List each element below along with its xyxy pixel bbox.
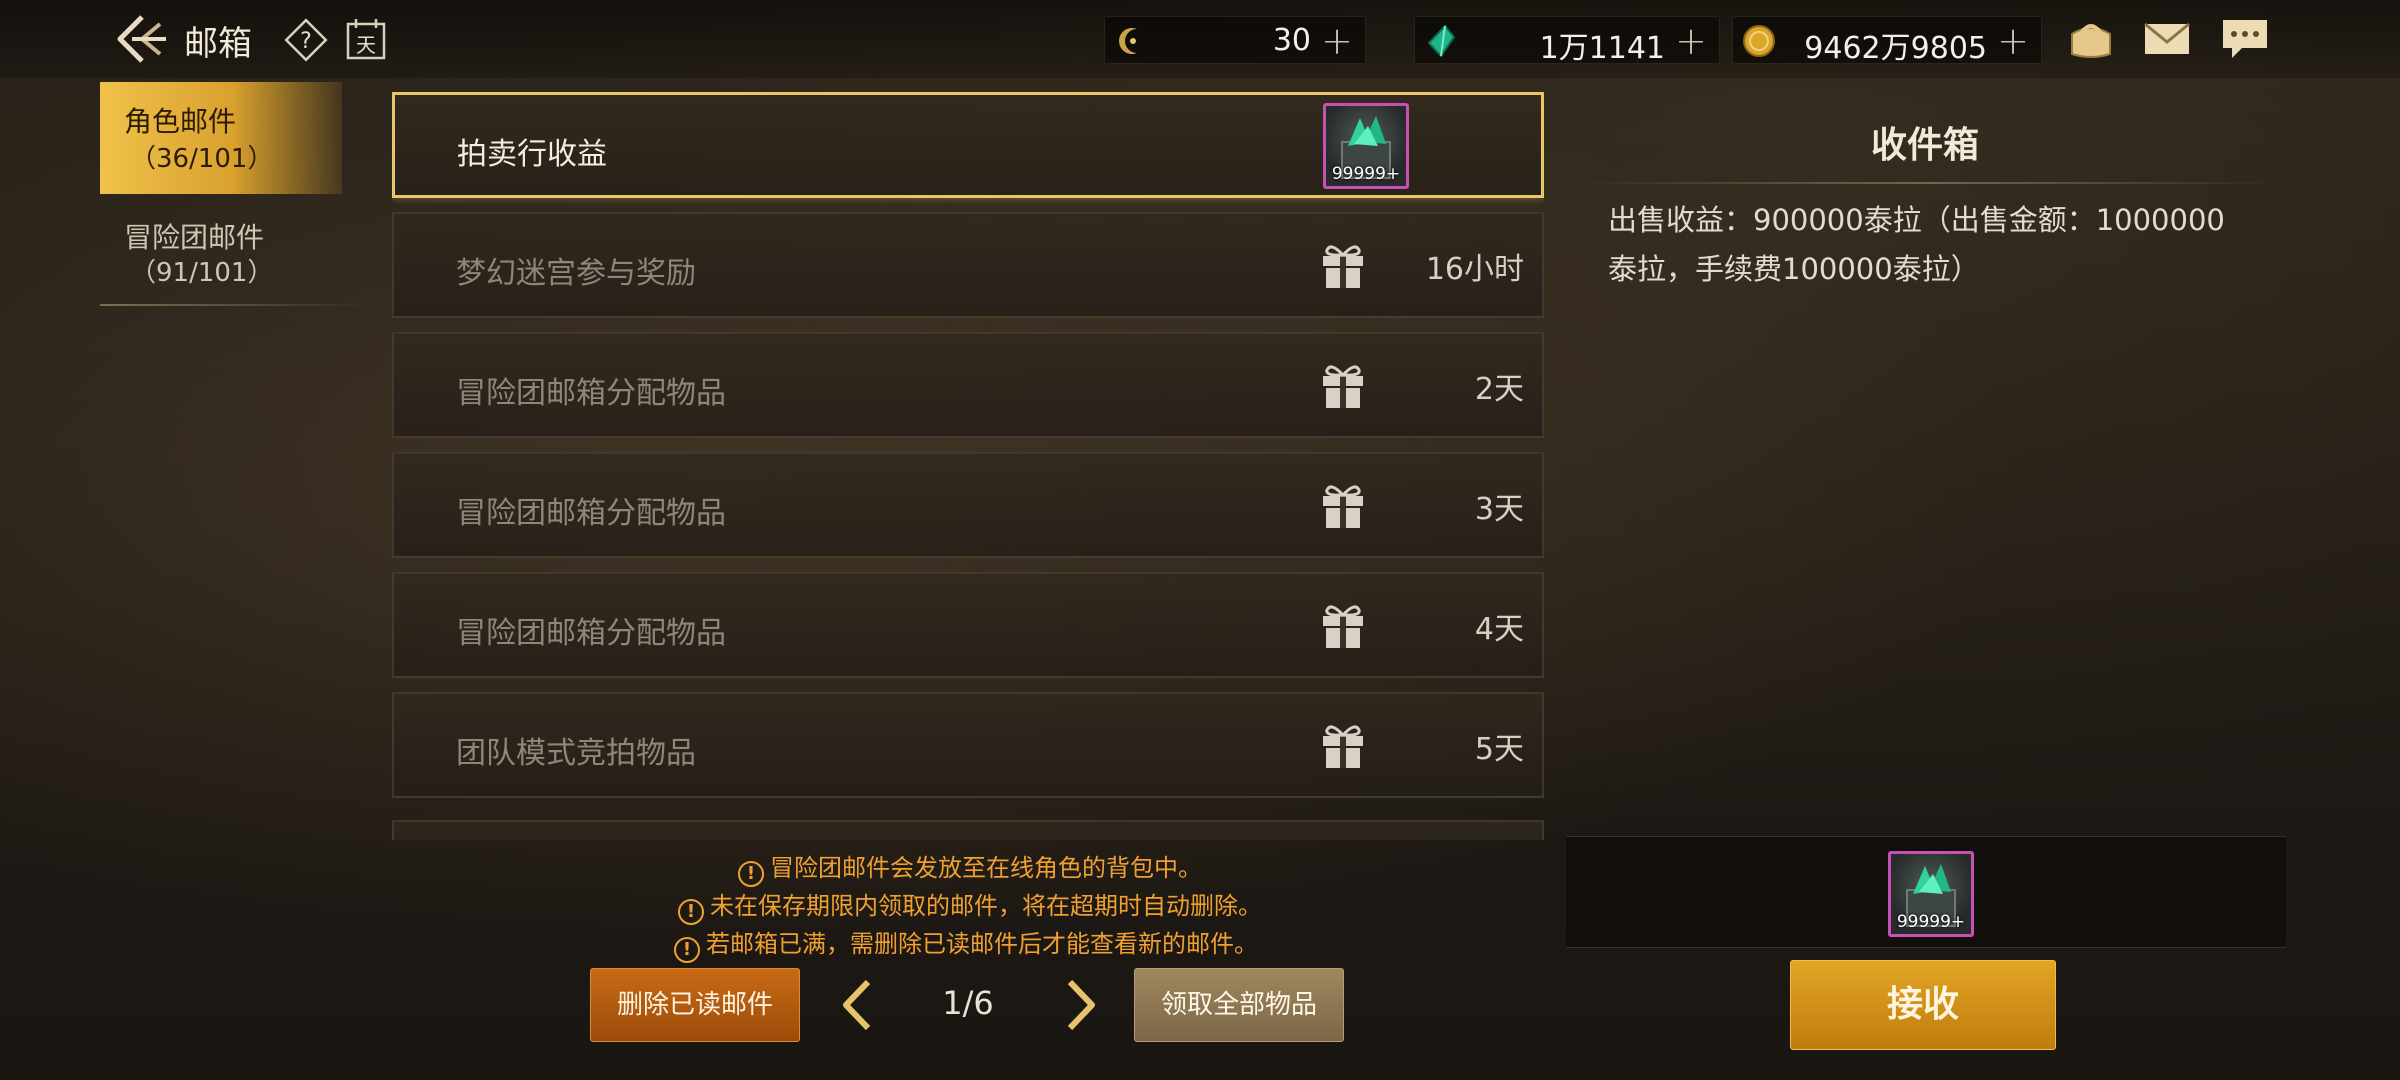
warning-icon: ! — [678, 899, 704, 925]
currency-value: 9462万9805 — [1804, 31, 1987, 66]
mail-title: 拍卖行收益 — [457, 137, 607, 172]
prev-page-icon[interactable] — [838, 976, 878, 1034]
gift-icon — [1319, 720, 1367, 770]
currency-value: 30 — [1272, 23, 1311, 58]
mail-expiry: 16小时 — [1425, 252, 1524, 287]
attachment-strip: 99999+ — [1566, 836, 2286, 948]
warning-icon: ! — [674, 937, 700, 963]
attachment-count: 99999+ — [1896, 912, 1966, 932]
mail-expiry: 4天 — [1474, 612, 1524, 647]
claim-all-button[interactable]: 领取全部物品 — [1134, 968, 1344, 1042]
attachment-count: 99999+ — [1331, 164, 1401, 184]
mail-expiry: 3天 — [1474, 492, 1524, 527]
warning-icon: ! — [738, 861, 764, 887]
mail-title: 团队模式竞拍物品 — [456, 736, 696, 771]
mail-title: 冒险团邮箱分配物品 — [456, 616, 726, 651]
mail-title: 冒险团邮箱分配物品 — [456, 496, 726, 531]
mail-title: 梦幻迷宫参与奖励 — [456, 256, 696, 291]
notice-line: ! 冒险团邮件会发放至在线角色的背包中。 — [738, 848, 1202, 887]
tab-divider — [100, 304, 370, 306]
back-arrow-icon[interactable] — [112, 12, 170, 66]
attachment-item-icon[interactable]: 99999+ — [1888, 851, 1974, 937]
mail-expiry: 5天 — [1474, 732, 1524, 767]
mail-item[interactable]: 冒险团邮箱分配物品 2天 — [392, 332, 1544, 438]
page-title: 邮箱 — [184, 24, 252, 64]
chat-icon[interactable] — [2218, 14, 2272, 64]
mail-body-text: 出售收益：900000泰拉（出售金额：1000000泰拉，手续费100000泰拉… — [1608, 203, 2225, 286]
crescent-coin-icon — [1113, 23, 1149, 59]
mail-item[interactable]: 梦幻迷宫参与奖励 16小时 — [392, 212, 1544, 318]
help-icon[interactable]: ? — [284, 18, 328, 62]
tab-count: （91/101） — [130, 258, 274, 288]
add-currency-button[interactable]: + — [1321, 19, 1353, 63]
mail-item[interactable]: 冒险团邮箱分配物品 4天 — [392, 572, 1544, 678]
gold-coin-icon — [1741, 23, 1777, 59]
wallet-icon[interactable] — [2064, 14, 2118, 64]
tab-adventure-team-mail[interactable]: 冒险团邮件 （91/101） — [100, 200, 342, 310]
calendar-icon[interactable]: 天 — [344, 16, 388, 62]
mail-list[interactable]: 拍卖行收益 99999+ 梦幻迷宫参与奖励 16小时 冒险团邮箱分配物品 2天 … — [392, 92, 1544, 840]
next-page-icon[interactable] — [1060, 976, 1100, 1034]
add-currency-button[interactable]: + — [1675, 19, 1707, 63]
help-glyph: ? — [300, 29, 312, 54]
currency-crescent: 30 + — [1104, 16, 1366, 64]
mail-item[interactable]: 冒险团邮箱分配物品 3天 — [392, 452, 1544, 558]
receive-button[interactable]: 接收 — [1790, 960, 2056, 1050]
attachment-item-icon[interactable]: 99999+ — [1323, 103, 1409, 189]
tab-label: 冒险团邮件 — [124, 221, 265, 254]
page-indicator: 1/6 — [942, 984, 994, 1022]
mail-item-partial[interactable] — [392, 820, 1544, 840]
notice-text: 若邮箱已满，需删除已读邮件后才能查看新的邮件。 — [706, 930, 1258, 958]
tab-character-mail[interactable]: 角色邮件 （36/101） — [100, 82, 342, 194]
currency-gold: 9462万9805 + — [1732, 16, 2042, 66]
mail-item[interactable]: 团队模式竞拍物品 5天 — [392, 692, 1544, 798]
delete-read-button[interactable]: 删除已读邮件 — [590, 968, 800, 1042]
gift-icon — [1319, 480, 1367, 530]
mail-item[interactable]: 拍卖行收益 99999+ — [392, 92, 1544, 198]
notice-text: 未在保存期限内领取的邮件，将在超期时自动删除。 — [710, 892, 1262, 920]
calendar-glyph: 天 — [356, 33, 376, 57]
tab-label: 角色邮件 — [124, 105, 237, 138]
mail-title: 冒险团邮箱分配物品 — [456, 376, 726, 411]
detail-divider — [1580, 182, 2280, 184]
green-crystal-icon — [1423, 23, 1459, 59]
currency-crystal: 1万1141 + — [1414, 16, 1720, 66]
tab-count: （36/101） — [130, 144, 274, 174]
add-currency-button[interactable]: + — [1997, 19, 2029, 63]
gift-icon — [1319, 360, 1367, 410]
notice-line: ! 未在保存期限内领取的邮件，将在超期时自动删除。 — [678, 886, 1262, 925]
gift-icon — [1319, 240, 1367, 290]
notice-text: 冒险团邮件会发放至在线角色的背包中。 — [770, 854, 1202, 882]
notice-line: ! 若邮箱已满，需删除已读邮件后才能查看新的邮件。 — [674, 924, 1258, 963]
currency-value: 1万1141 — [1539, 31, 1665, 66]
gift-icon — [1319, 600, 1367, 650]
mail-expiry: 2天 — [1474, 372, 1524, 407]
mail-icon[interactable] — [2140, 14, 2194, 64]
inbox-title: 收件箱 — [1870, 125, 1979, 166]
